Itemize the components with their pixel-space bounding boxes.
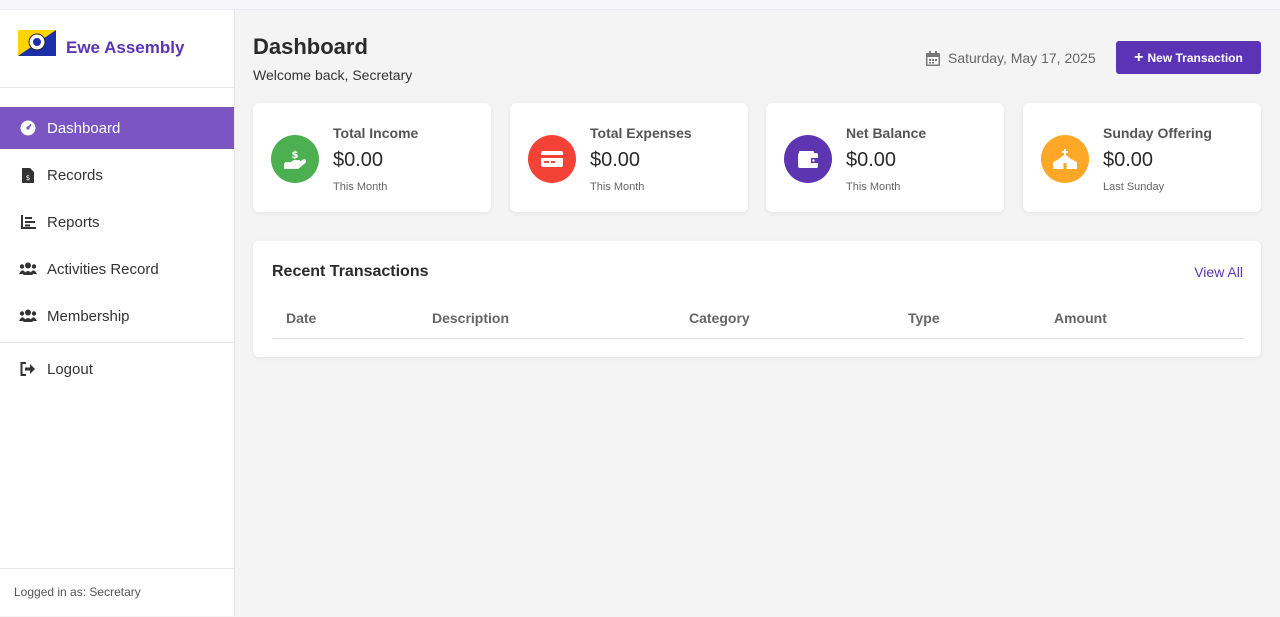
new-transaction-button[interactable]: + New Transaction xyxy=(1116,41,1261,74)
date-text: Saturday, May 17, 2025 xyxy=(948,50,1096,66)
svg-text:$: $ xyxy=(26,174,30,182)
table-header: Date Description Category Type Amount xyxy=(272,301,1243,339)
sidebar-item-label: Dashboard xyxy=(47,119,121,137)
card-label: Total Income xyxy=(333,125,419,141)
calendar-icon xyxy=(926,50,940,66)
sidebar-item-label: Activities Record xyxy=(47,260,159,278)
sidebar: Ewe Assembly Dashboard $ Records Reports… xyxy=(0,10,235,616)
card-value: $0.00 xyxy=(1103,149,1154,171)
church-icon xyxy=(1041,135,1089,183)
card-value: $0.00 xyxy=(590,149,641,171)
column-header-date[interactable]: Date xyxy=(286,310,316,326)
card-period: This Month xyxy=(846,181,901,193)
sidebar-item-label: Logout xyxy=(47,360,93,378)
logout-icon xyxy=(19,360,37,378)
sidebar-item-dashboard[interactable]: Dashboard xyxy=(0,107,234,149)
flag-logo-icon xyxy=(18,29,56,56)
card-total-expenses: Total Expenses $0.00 This Month xyxy=(510,103,748,212)
top-strip xyxy=(0,0,1280,10)
recent-transactions-panel: Recent Transactions View All Date Descri… xyxy=(253,241,1261,357)
logged-in-status: Logged in as: Secretary xyxy=(0,568,234,616)
sidebar-item-label: Records xyxy=(47,166,103,184)
current-date: Saturday, May 17, 2025 xyxy=(926,50,1096,66)
sidebar-nav: Dashboard $ Records Reports Activities R… xyxy=(0,107,234,390)
column-header-description[interactable]: Description xyxy=(432,310,509,326)
column-header-amount[interactable]: Amount xyxy=(1054,310,1107,326)
sidebar-item-membership[interactable]: Membership xyxy=(0,295,234,337)
sidebar-item-logout[interactable]: Logout xyxy=(0,348,234,390)
card-value: $0.00 xyxy=(846,149,897,171)
hand-dollar-icon: $ xyxy=(271,135,319,183)
new-transaction-label: New Transaction xyxy=(1147,50,1243,65)
wallet-icon xyxy=(784,135,832,183)
credit-card-icon xyxy=(528,135,576,183)
sidebar-item-label: Membership xyxy=(47,307,130,325)
main-content: Dashboard Welcome back, Secretary Saturd… xyxy=(236,10,1280,616)
card-period: This Month xyxy=(333,181,388,193)
page-title: Dashboard xyxy=(253,34,368,59)
card-total-income: $ Total Income $0.00 This Month xyxy=(253,103,491,212)
sidebar-item-records[interactable]: $ Records xyxy=(0,154,234,196)
card-net-balance: Net Balance $0.00 This Month xyxy=(766,103,1004,212)
card-label: Total Expenses xyxy=(590,125,692,141)
sidebar-item-label: Reports xyxy=(47,213,100,231)
column-header-type[interactable]: Type xyxy=(908,310,940,326)
users-icon xyxy=(19,260,37,278)
chart-icon xyxy=(19,213,37,231)
file-invoice-icon: $ xyxy=(19,166,37,184)
plus-icon: + xyxy=(1134,48,1144,66)
dashboard-icon xyxy=(19,119,37,137)
card-sunday-offering: Sunday Offering $0.00 Last Sunday xyxy=(1023,103,1261,212)
view-all-link[interactable]: View All xyxy=(1194,264,1243,280)
brand-name: Ewe Assembly xyxy=(66,37,185,57)
card-value: $0.00 xyxy=(333,149,384,171)
card-period: This Month xyxy=(590,181,645,193)
panel-title: Recent Transactions xyxy=(272,263,429,280)
svg-text:$: $ xyxy=(292,150,299,161)
welcome-message: Welcome back, Secretary xyxy=(253,67,413,83)
sidebar-item-reports[interactable]: Reports xyxy=(0,201,234,243)
brand[interactable]: Ewe Assembly xyxy=(0,10,234,88)
card-label: Sunday Offering xyxy=(1103,125,1212,141)
card-label: Net Balance xyxy=(846,125,927,141)
users-icon xyxy=(19,307,37,325)
card-period: Last Sunday xyxy=(1103,181,1165,193)
column-header-category[interactable]: Category xyxy=(689,310,750,326)
sidebar-item-activities-record[interactable]: Activities Record xyxy=(0,248,234,290)
nav-divider xyxy=(0,342,234,343)
